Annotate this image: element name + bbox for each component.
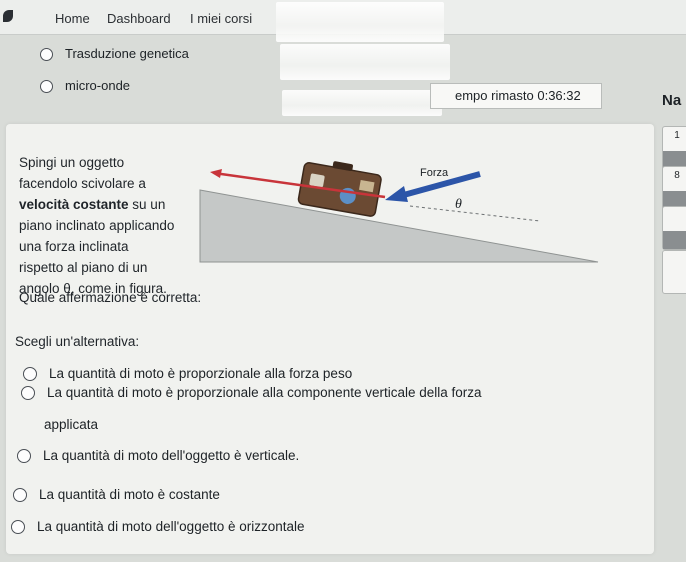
nav-home-link[interactable]: Home bbox=[55, 11, 90, 26]
question-line: velocità costante su un bbox=[19, 194, 209, 215]
quiz-nav-number: 1 bbox=[674, 130, 680, 141]
quiz-nav-button[interactable]: 8 bbox=[662, 166, 686, 210]
answer-option-3[interactable]: La quantità di moto dell'oggetto è verti… bbox=[17, 448, 300, 464]
time-remaining: empo rimasto 0:36:32 bbox=[430, 83, 602, 109]
answer-label: La quantità di moto è proporzionale alla… bbox=[49, 366, 353, 381]
radio-button[interactable] bbox=[17, 449, 31, 464]
answer-label: La quantità di moto dell'oggetto è orizz… bbox=[37, 519, 305, 534]
brand-logo-icon[interactable] bbox=[3, 10, 13, 22]
quiz-nav-button[interactable] bbox=[662, 206, 686, 250]
question-text: Spingi un oggetto facendolo scivolare a … bbox=[19, 152, 209, 299]
radio-button[interactable] bbox=[13, 488, 27, 503]
answer-option-4[interactable]: La quantità di moto è costante bbox=[13, 487, 220, 503]
force-arrowhead-icon bbox=[385, 186, 408, 202]
answer-option-5[interactable]: La quantità di moto dell'oggetto è orizz… bbox=[11, 519, 305, 535]
inclined-plane-figure: Forza θ bbox=[199, 161, 599, 263]
question-line: Spingi un oggetto bbox=[19, 155, 125, 170]
quiz-nav-button[interactable]: 1 bbox=[662, 126, 686, 170]
previous-option[interactable]: Trasduzione genetica bbox=[40, 46, 189, 62]
question-line: una forza inclinata bbox=[19, 239, 129, 254]
angle-reference-line bbox=[409, 205, 541, 222]
angle-label: θ bbox=[455, 197, 462, 212]
radio-button[interactable] bbox=[11, 520, 25, 535]
answer-label: La quantità di moto dell'oggetto è verti… bbox=[43, 448, 300, 463]
quiz-nav-button[interactable] bbox=[662, 250, 686, 294]
quiz-nav-status bbox=[663, 231, 686, 249]
nav-my-courses-link[interactable]: I miei corsi bbox=[190, 11, 252, 26]
screen-glare bbox=[280, 44, 450, 80]
screen-glare bbox=[276, 2, 444, 42]
radio-button[interactable] bbox=[21, 386, 35, 401]
quiz-nav-number: 8 bbox=[674, 170, 680, 181]
radio-button[interactable] bbox=[23, 367, 37, 382]
force-label: Forza bbox=[420, 167, 449, 179]
question-line-rest: su un bbox=[128, 197, 166, 212]
screen-glare bbox=[282, 90, 442, 116]
question-emphasis: velocità costante bbox=[19, 197, 129, 212]
velocity-arrowhead-icon bbox=[210, 169, 222, 178]
answer-option-1[interactable]: La quantità di moto è proporzionale alla… bbox=[23, 366, 353, 382]
question-line: facendolo scivolare a bbox=[19, 176, 146, 191]
previous-option-label: micro-onde bbox=[65, 78, 131, 93]
answer-option-2[interactable]: La quantità di moto è proporzionale alla… bbox=[21, 385, 482, 401]
answer-label: La quantità di moto è proporzionale alla… bbox=[47, 385, 482, 400]
choose-alternative-label: Scegli un'alternativa: bbox=[15, 334, 140, 349]
question-line: rispetto al piano di un bbox=[19, 260, 148, 275]
previous-option[interactable]: micro-onde bbox=[40, 78, 131, 94]
radio-button[interactable] bbox=[40, 80, 53, 94]
answer-label-continued: applicata bbox=[44, 417, 99, 432]
answer-label: La quantità di moto è costante bbox=[39, 487, 220, 502]
radio-button[interactable] bbox=[40, 48, 53, 62]
quiz-navigation-title: Na bbox=[662, 92, 682, 109]
question-line: piano inclinato applicando bbox=[19, 218, 175, 233]
nav-dashboard-link[interactable]: Dashboard bbox=[107, 11, 171, 26]
previous-option-label: Trasduzione genetica bbox=[65, 46, 189, 61]
question-prompt: Quale affermazione è corretta: bbox=[19, 290, 202, 305]
